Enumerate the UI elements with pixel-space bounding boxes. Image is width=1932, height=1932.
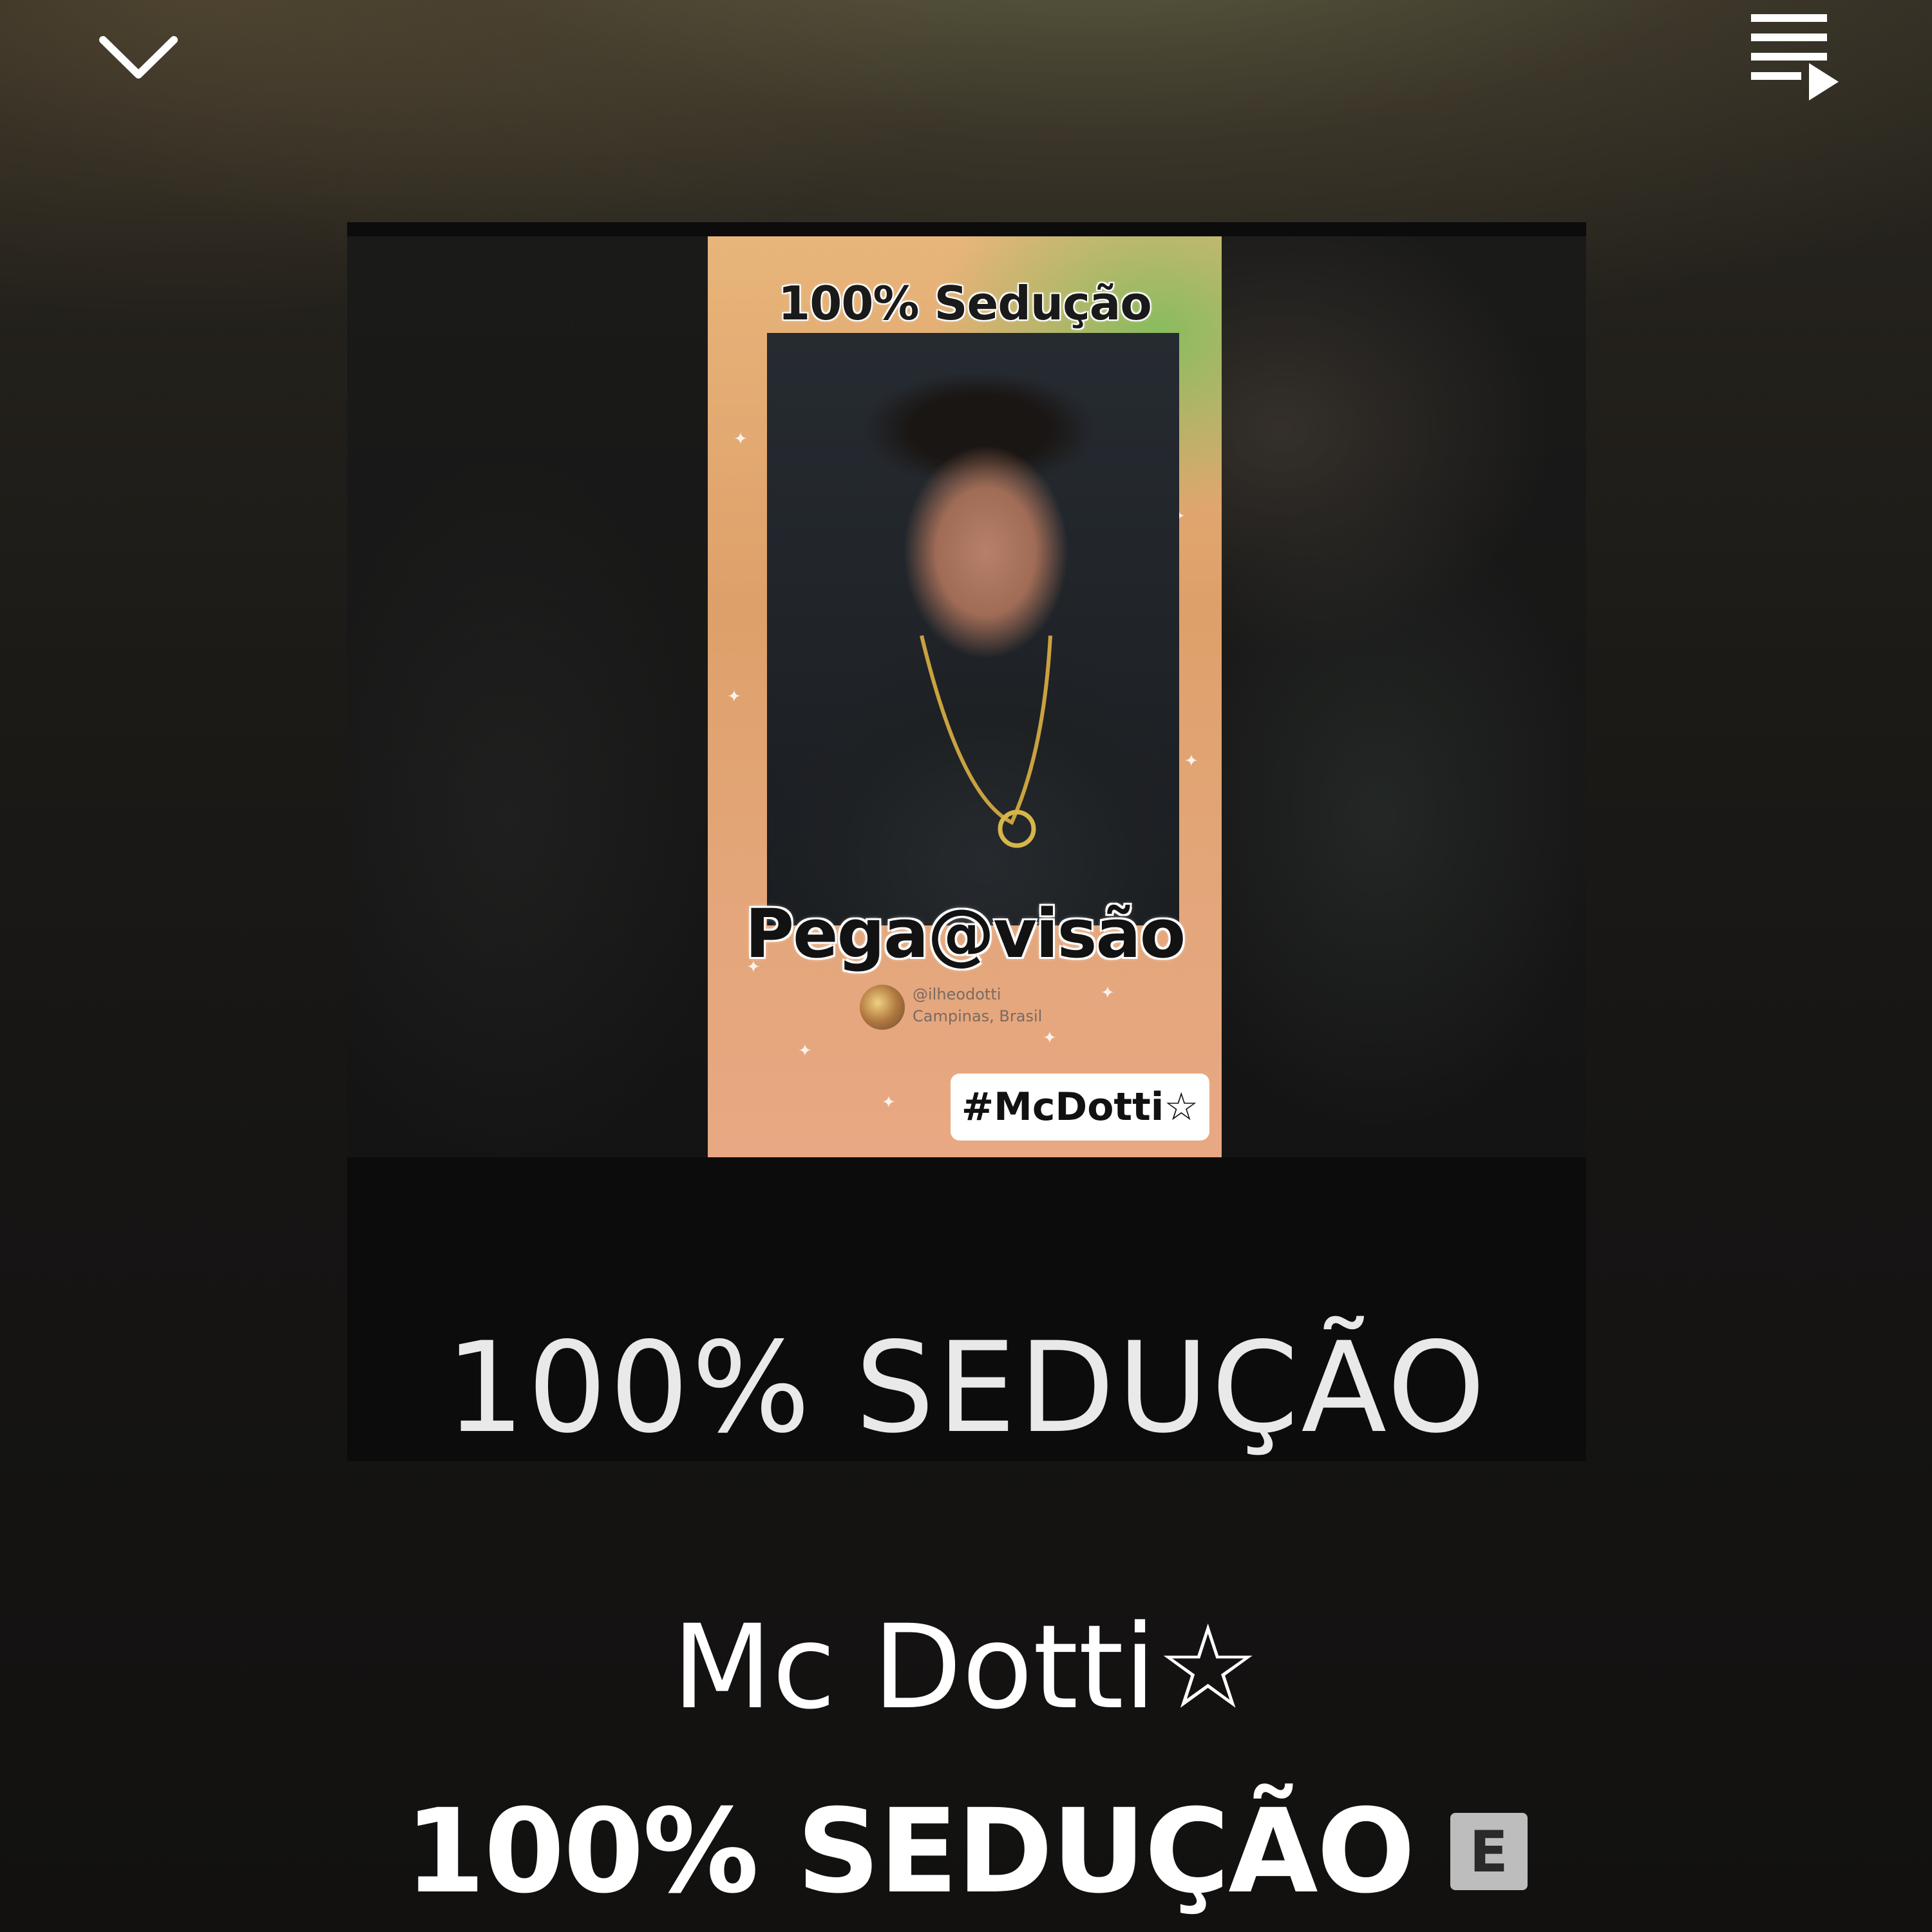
sparkle-icon: ✦: [1184, 752, 1198, 771]
artist-name[interactable]: Mc Dotti☆: [0, 1594, 1932, 1742]
explicit-badge: E: [1450, 1813, 1528, 1890]
instagram-location: Campinas, Brasil: [913, 1007, 1043, 1025]
queue-playlist-icon: [1751, 14, 1839, 100]
track-title-row: 100% SEDUÇÃO E: [0, 1777, 1932, 1926]
now-playing-screen: ✦ ✦ ✦ ✦ ✦ ✦ ✦ ✦ ✦ 100% Sedução Pega@visã…: [0, 0, 1932, 1932]
collapse-button[interactable]: [90, 19, 187, 97]
sparkle-icon: ✦: [1043, 1028, 1057, 1048]
sparkle-icon: ✦: [727, 687, 741, 706]
album-art-caption: 100% SEDUÇÃO: [445, 1315, 1488, 1461]
instagram-avatar: [860, 985, 905, 1030]
poster-handle: Pega@visão: [744, 895, 1186, 973]
track-title: 100% SEDUÇÃO: [404, 1784, 1415, 1919]
sparkle-icon: ✦: [734, 430, 748, 449]
album-art-poster: ✦ ✦ ✦ ✦ ✦ ✦ ✦ ✦ ✦ 100% Sedução Pega@visã…: [708, 236, 1222, 1157]
queue-button[interactable]: [1732, 0, 1855, 109]
pendant-icon: [920, 635, 1052, 848]
sparkle-icon: ✦: [1101, 983, 1115, 1003]
sparkle-icon: ✦: [882, 1093, 896, 1112]
instagram-user: @ilheodotti: [913, 985, 1001, 1003]
instagram-caption: @ilheodotti Campinas, Brasil: [913, 983, 1042, 1027]
poster-hashtag: #McDotti☆: [951, 1074, 1209, 1141]
chevron-down-icon: [99, 36, 178, 79]
sparkle-icon: ✦: [798, 1041, 812, 1061]
artist-photo: [767, 333, 1179, 925]
poster-title: 100% Sedução: [778, 276, 1152, 330]
album-art: ✦ ✦ ✦ ✦ ✦ ✦ ✦ ✦ ✦ 100% Sedução Pega@visã…: [347, 222, 1586, 1461]
